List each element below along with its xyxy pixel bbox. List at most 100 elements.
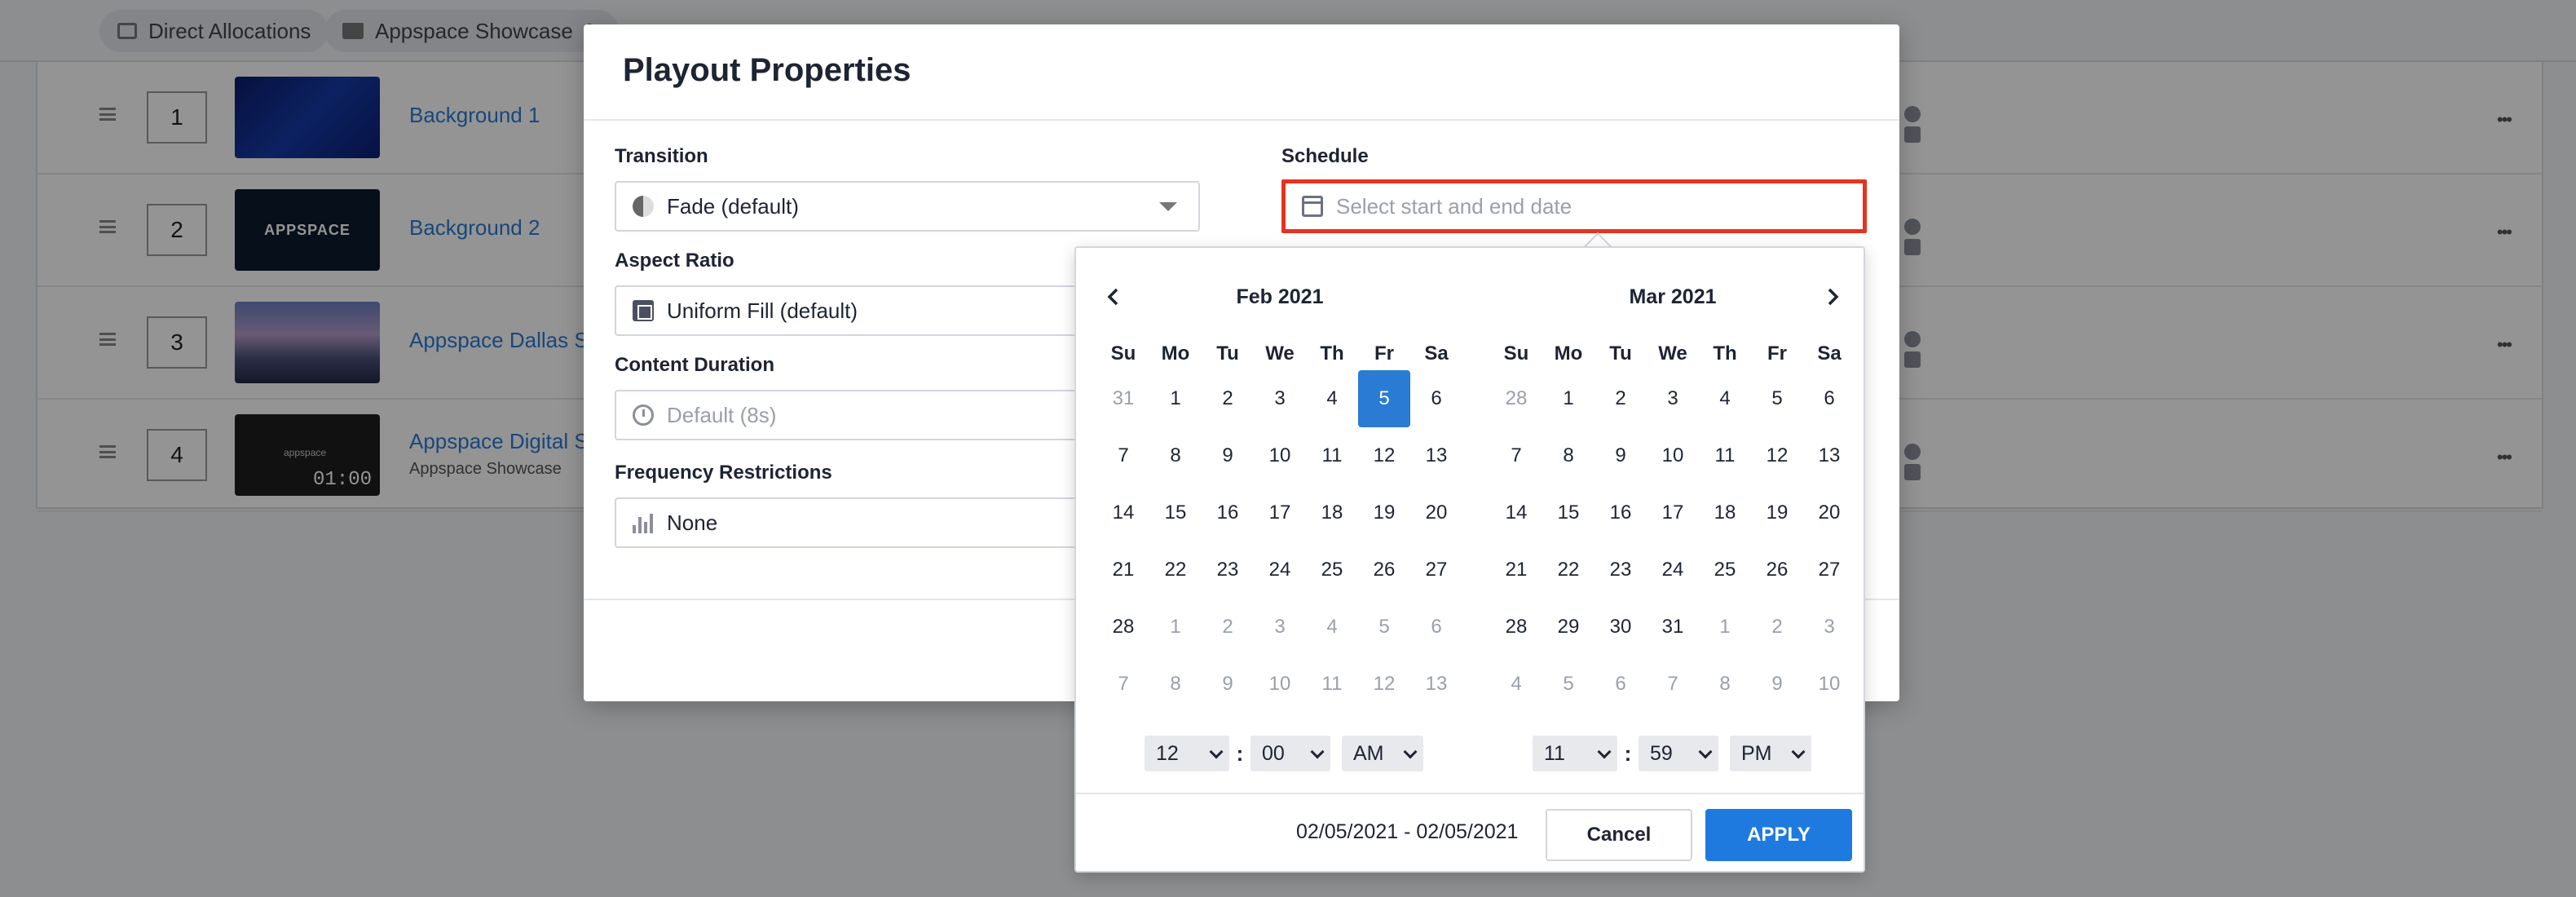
- cancel-button[interactable]: Cancel: [1546, 809, 1692, 861]
- end-ampm-select[interactable]: PM: [1730, 736, 1811, 771]
- calendar-day-number: 21: [1505, 559, 1528, 581]
- calendar-day[interactable]: 31: [1097, 370, 1149, 427]
- calendar-day[interactable]: 5: [1358, 599, 1410, 656]
- calendar-day[interactable]: 8: [1542, 427, 1595, 484]
- calendar-day[interactable]: 12: [1358, 656, 1410, 713]
- calendar-day[interactable]: 1: [1699, 599, 1751, 656]
- calendar-day[interactable]: 13: [1410, 656, 1462, 713]
- calendar-day[interactable]: 26: [1358, 541, 1410, 599]
- calendar-day-number: 8: [1563, 444, 1574, 466]
- calendar-day[interactable]: 25: [1699, 541, 1751, 599]
- calendar-day[interactable]: 3: [1254, 599, 1306, 656]
- calendar-day[interactable]: 1: [1149, 599, 1202, 656]
- calendar-day[interactable]: 27: [1803, 541, 1855, 599]
- calendar-day[interactable]: 6: [1595, 656, 1647, 713]
- calendar-day[interactable]: 3: [1647, 370, 1699, 427]
- calendar-day[interactable]: 1: [1542, 370, 1595, 427]
- calendar-day[interactable]: 10: [1803, 656, 1855, 713]
- calendar-day[interactable]: 8: [1149, 656, 1202, 713]
- month-title: Feb 2021: [1236, 285, 1324, 308]
- calendar-day[interactable]: 18: [1699, 484, 1751, 541]
- calendar-day[interactable]: 29: [1542, 599, 1595, 656]
- calendar-day[interactable]: 6: [1803, 370, 1855, 427]
- calendar-day[interactable]: 11: [1699, 427, 1751, 484]
- calendar-day[interactable]: 8: [1149, 427, 1202, 484]
- calendar-day[interactable]: 16: [1202, 484, 1254, 541]
- calendar-day[interactable]: 28: [1490, 370, 1542, 427]
- calendar-day[interactable]: 28: [1490, 599, 1542, 656]
- calendar-day[interactable]: 13: [1410, 427, 1462, 484]
- calendar-day[interactable]: 2: [1751, 599, 1803, 656]
- calendar-day[interactable]: 7: [1647, 656, 1699, 713]
- calendar-day[interactable]: 2: [1202, 370, 1254, 427]
- calendar-day[interactable]: 7: [1097, 656, 1149, 713]
- calendar-day[interactable]: 15: [1542, 484, 1595, 541]
- calendar-day[interactable]: 10: [1254, 427, 1306, 484]
- calendar-day[interactable]: 1: [1149, 370, 1202, 427]
- calendar-day[interactable]: 8: [1699, 656, 1751, 713]
- calendar-day[interactable]: 26: [1751, 541, 1803, 599]
- calendar-day[interactable]: 2: [1202, 599, 1254, 656]
- calendar-day[interactable]: 16: [1595, 484, 1647, 541]
- calendar-day[interactable]: 21: [1097, 541, 1149, 599]
- calendar-day[interactable]: 20: [1410, 484, 1462, 541]
- calendar-day[interactable]: 9: [1595, 427, 1647, 484]
- calendar-day[interactable]: 20: [1803, 484, 1855, 541]
- calendar-day[interactable]: 31: [1647, 599, 1699, 656]
- calendar-day[interactable]: 7: [1490, 427, 1542, 484]
- start-ampm-select[interactable]: AM: [1342, 736, 1423, 771]
- calendar-day[interactable]: 11: [1306, 656, 1358, 713]
- calendar-day[interactable]: 17: [1254, 484, 1306, 541]
- end-hour-select[interactable]: 11: [1533, 736, 1617, 771]
- calendar-day[interactable]: 25: [1306, 541, 1358, 599]
- calendar-day[interactable]: 22: [1542, 541, 1595, 599]
- calendar-day[interactable]: 21: [1490, 541, 1542, 599]
- calendar-day[interactable]: 4: [1306, 599, 1358, 656]
- calendar-day[interactable]: 5: [1542, 656, 1595, 713]
- calendar-day[interactable]: 27: [1410, 541, 1462, 599]
- calendar-day[interactable]: 23: [1202, 541, 1254, 599]
- calendar-day[interactable]: 10: [1254, 656, 1306, 713]
- calendar-day[interactable]: 13: [1803, 427, 1855, 484]
- calendar-day-number: 7: [1667, 673, 1678, 695]
- calendar-day[interactable]: 6: [1410, 599, 1462, 656]
- calendar-day[interactable]: 11: [1306, 427, 1358, 484]
- calendar-day[interactable]: 9: [1202, 656, 1254, 713]
- calendar-day[interactable]: 2: [1595, 370, 1647, 427]
- calendar-day[interactable]: 18: [1306, 484, 1358, 541]
- calendar-day[interactable]: 3: [1803, 599, 1855, 656]
- calendar-day[interactable]: 3: [1254, 370, 1306, 427]
- calendar-day[interactable]: 19: [1358, 484, 1410, 541]
- calendar-day[interactable]: 9: [1751, 656, 1803, 713]
- transition-select[interactable]: Fade (default): [615, 181, 1200, 232]
- calendar-day-selected[interactable]: 5: [1358, 370, 1410, 427]
- calendar-day[interactable]: 4: [1306, 370, 1358, 427]
- calendar-day[interactable]: 22: [1149, 541, 1202, 599]
- calendar-day[interactable]: 6: [1410, 370, 1462, 427]
- calendar-day[interactable]: 14: [1490, 484, 1542, 541]
- schedule-date-input[interactable]: Select start and end date: [1281, 179, 1867, 233]
- calendar-day[interactable]: 12: [1358, 427, 1410, 484]
- calendar-day[interactable]: 15: [1149, 484, 1202, 541]
- calendar-day[interactable]: 12: [1751, 427, 1803, 484]
- end-minute-select[interactable]: 59: [1639, 736, 1718, 771]
- calendar-day[interactable]: 24: [1254, 541, 1306, 599]
- calendar-day[interactable]: 28: [1097, 599, 1149, 656]
- calendar-day[interactable]: 5: [1751, 370, 1803, 427]
- calendar-day[interactable]: 10: [1647, 427, 1699, 484]
- calendar-day[interactable]: 17: [1647, 484, 1699, 541]
- calendar-day[interactable]: 30: [1595, 599, 1647, 656]
- calendar-day[interactable]: 4: [1699, 370, 1751, 427]
- calendar-day[interactable]: 14: [1097, 484, 1149, 541]
- day-of-week-label: Mo: [1161, 342, 1190, 365]
- start-hour-select[interactable]: 12: [1145, 736, 1229, 771]
- calendar-day[interactable]: 19: [1751, 484, 1803, 541]
- calendar-day[interactable]: 23: [1595, 541, 1647, 599]
- calendar-day[interactable]: 9: [1202, 427, 1254, 484]
- calendar-day-number: 12: [1373, 444, 1396, 466]
- calendar-day[interactable]: 4: [1490, 656, 1542, 713]
- start-minute-select[interactable]: 00: [1251, 736, 1330, 771]
- calendar-day[interactable]: 7: [1097, 427, 1149, 484]
- apply-button[interactable]: APPLY: [1705, 809, 1852, 861]
- calendar-day[interactable]: 24: [1647, 541, 1699, 599]
